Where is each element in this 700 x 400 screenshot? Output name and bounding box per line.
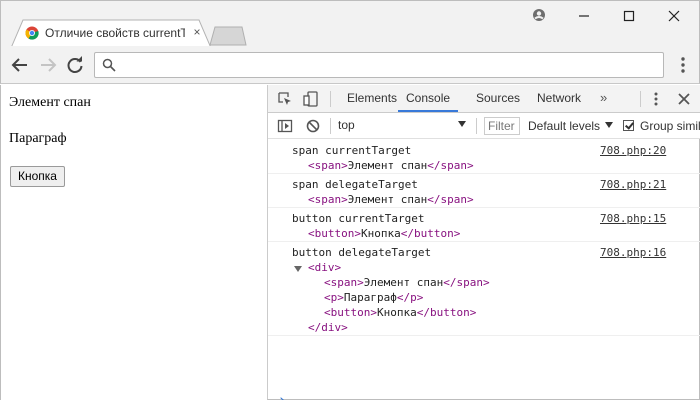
tag-close: </span> xyxy=(427,159,474,172)
node-text: Элемент спан xyxy=(347,159,428,172)
console-source-link[interactable]: 708.php:21 xyxy=(600,178,666,191)
tab-network[interactable]: Network xyxy=(537,85,581,112)
expand-triangle-icon[interactable] xyxy=(294,266,302,272)
console-message-text: button delegateTarget xyxy=(292,246,432,259)
console-filter-input[interactable]: Filter xyxy=(484,117,520,135)
tab-close-icon[interactable]: × xyxy=(191,26,203,38)
browser-menu-icon[interactable] xyxy=(673,54,693,76)
console-sidebar-icon[interactable] xyxy=(277,118,293,134)
address-bar[interactable] xyxy=(94,52,664,78)
node-text: Кнопка xyxy=(360,227,401,240)
tag-close: </span> xyxy=(427,193,474,206)
context-select[interactable]: top xyxy=(338,116,470,135)
reload-icon[interactable] xyxy=(64,54,86,76)
more-tabs-icon[interactable]: » xyxy=(600,90,607,105)
tag-open: <p> xyxy=(324,291,344,304)
log-levels-select[interactable]: Default levels xyxy=(528,117,600,135)
console-element-node[interactable]: <p>Параграф</p> xyxy=(324,291,423,304)
node-text: Кнопка xyxy=(376,306,417,319)
tag-close: </button> xyxy=(416,306,477,319)
devtools-separator xyxy=(330,118,331,134)
console-element-node[interactable]: </div> xyxy=(308,321,348,334)
tag-close: </button> xyxy=(400,227,461,240)
console-prompt[interactable]: › xyxy=(278,393,286,400)
console-element-node[interactable]: <span>Элемент спан</span> xyxy=(308,193,474,206)
devtools-tabbar: Elements Console Sources Network » xyxy=(268,85,700,113)
close-devtools-icon[interactable] xyxy=(676,91,692,107)
chevron-down-icon xyxy=(458,121,466,127)
console-element-node[interactable]: <div> xyxy=(308,261,341,274)
tag-open: <span> xyxy=(308,159,348,172)
page-button[interactable]: Кнопка xyxy=(10,166,65,187)
console-message-text: span delegateTarget xyxy=(292,178,418,191)
group-similar-label: Group similar xyxy=(640,119,700,133)
console-element-node[interactable]: <span>Элемент спан</span> xyxy=(324,276,490,289)
inspect-element-icon[interactable] xyxy=(277,91,293,107)
console-message: span delegateTarget 708.php:21 <span>Эле… xyxy=(268,174,700,208)
clear-console-icon[interactable] xyxy=(305,118,321,134)
node-text: Элемент спан xyxy=(347,193,428,206)
tag-open: <button> xyxy=(324,306,377,319)
chrome-favicon-icon xyxy=(25,26,39,40)
tag-open: <div> xyxy=(308,261,342,274)
tab-title: Отличие свойств currentTarget xyxy=(45,26,185,40)
tag-open: <span> xyxy=(324,276,364,289)
tag-open: <button> xyxy=(308,227,361,240)
tab-console[interactable]: Console xyxy=(398,85,459,112)
console-message-text: button currentTarget xyxy=(292,212,425,225)
close-window-icon[interactable] xyxy=(660,6,688,26)
console-output: span currentTarget 708.php:20 <span>Элем… xyxy=(268,140,700,400)
console-filterbar: top Filter Default levels Group similar xyxy=(268,113,700,139)
devtools-separator xyxy=(640,91,641,107)
console-message: button delegateTarget 708.php:16 <div> <… xyxy=(268,242,700,336)
devtools-panel: Elements Console Sources Network » top F… xyxy=(267,85,700,400)
console-element-node[interactable]: <button>Кнопка</button> xyxy=(308,227,460,240)
tab-elements[interactable]: Elements xyxy=(347,85,397,112)
console-element-node[interactable]: <button>Кнопка</button> xyxy=(324,306,476,319)
console-message: button currentTarget 708.php:15 <button>… xyxy=(268,208,700,242)
search-icon xyxy=(102,58,116,72)
profile-icon[interactable] xyxy=(525,6,553,26)
new-tab-button[interactable] xyxy=(209,26,247,46)
forward-arrow-icon[interactable] xyxy=(37,54,59,76)
devtools-separator xyxy=(330,91,331,107)
maximize-icon[interactable] xyxy=(615,6,643,26)
console-message-text: span currentTarget xyxy=(292,144,412,157)
minimize-icon[interactable] xyxy=(570,6,598,26)
console-element-node[interactable]: <span>Элемент спан</span> xyxy=(308,159,474,172)
back-arrow-icon[interactable] xyxy=(9,54,31,76)
console-source-link[interactable]: 708.php:20 xyxy=(600,144,666,157)
page-paragraph: Параграф xyxy=(9,131,67,146)
chevron-down-icon xyxy=(605,122,613,128)
group-similar-checkbox[interactable] xyxy=(623,120,634,131)
tag-close: </p> xyxy=(396,291,424,304)
console-source-link[interactable]: 708.php:15 xyxy=(600,212,666,225)
console-source-link[interactable]: 708.php:16 xyxy=(600,246,666,259)
node-text: Параграф xyxy=(343,291,397,304)
browser-titlebar: Отличие свойств currentTarget × xyxy=(0,0,700,48)
console-message: span currentTarget 708.php:20 <span>Элем… xyxy=(268,140,700,174)
node-text: Элемент спан xyxy=(363,276,444,289)
tag-close: </div> xyxy=(308,321,348,334)
devtools-menu-icon[interactable] xyxy=(648,91,664,107)
devtools-separator xyxy=(476,118,477,134)
browser-toolbar xyxy=(0,46,700,84)
browser-tab[interactable]: Отличие свойств currentTarget × xyxy=(11,19,211,48)
device-toolbar-icon[interactable] xyxy=(303,91,319,107)
tab-sources[interactable]: Sources xyxy=(476,85,520,112)
page-viewport: Элемент спан Параграф Кнопка xyxy=(0,85,268,400)
tag-open: <span> xyxy=(308,193,348,206)
tag-close: </span> xyxy=(443,276,490,289)
page-span-text: Элемент спан xyxy=(9,95,91,110)
